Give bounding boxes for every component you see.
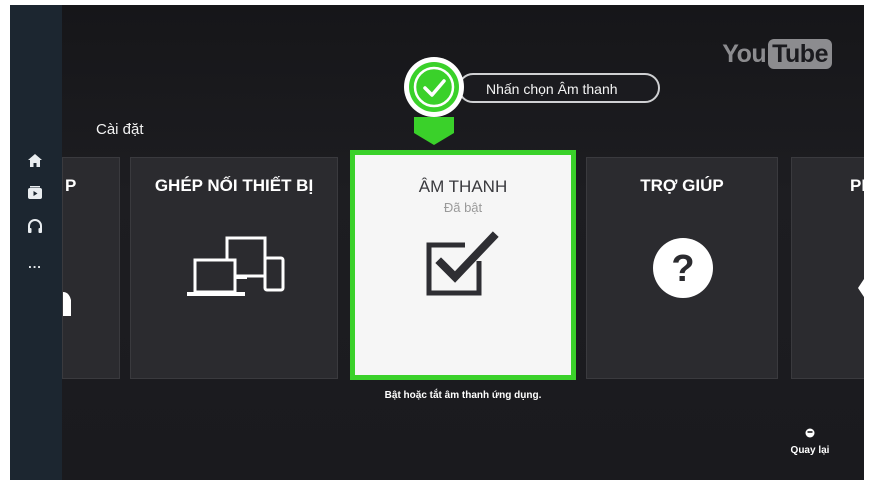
checkbox-checked-icon <box>426 231 499 296</box>
page-title: Cài đặt <box>96 121 144 138</box>
sidebar: ... <box>10 5 62 480</box>
tile-pair-device[interactable]: GHÉP NỐI THIẾT BỊ <box>130 157 338 379</box>
back-dot-icon <box>805 428 815 438</box>
tile-title: GHÉP NỐI THIẾT BỊ <box>154 176 314 195</box>
tile-title: ÂM THANH <box>418 177 508 196</box>
back-label: Quay lại <box>790 445 830 456</box>
partial-icon <box>63 292 71 316</box>
youtube-logo: You Tube <box>722 39 832 69</box>
logo-you: You <box>722 39 767 68</box>
tile-partial-right[interactable]: PH <box>791 157 864 379</box>
tile-title: P <box>65 176 77 195</box>
subscriptions-icon[interactable] <box>24 183 46 203</box>
sound-hint: Bật hoặc tắt âm thanh ứng dụng. <box>384 390 542 401</box>
callout-bubble: Nhấn chọn Âm thanh <box>458 73 660 103</box>
tile-sound[interactable]: ÂM THANH Đã bật <box>350 150 576 380</box>
tile-title: TRỢ GIÚP <box>640 176 724 195</box>
tile-partial-left[interactable]: P <box>62 157 120 379</box>
headphones-icon[interactable] <box>24 216 46 236</box>
help-icon: ? <box>653 238 713 298</box>
partial-icon <box>858 279 864 297</box>
tile-title: PH <box>850 176 864 195</box>
back-button[interactable]: Quay lại <box>780 425 840 456</box>
callout-text: Nhấn chọn Âm thanh <box>486 81 618 97</box>
check-circle-icon <box>404 57 464 145</box>
sound-status: Đã bật <box>443 200 483 215</box>
svg-text:?: ? <box>671 248 694 290</box>
home-icon[interactable] <box>24 150 46 170</box>
more-dots-icon[interactable]: ... <box>24 253 46 273</box>
tile-help[interactable]: TRỢ GIÚP ? <box>586 157 778 379</box>
devices-icon <box>187 236 285 296</box>
logo-tube: Tube <box>768 39 832 69</box>
tv-screen: ... You Tube Cài đặt P GHÉP NỐI THIẾT BỊ … <box>10 5 864 480</box>
